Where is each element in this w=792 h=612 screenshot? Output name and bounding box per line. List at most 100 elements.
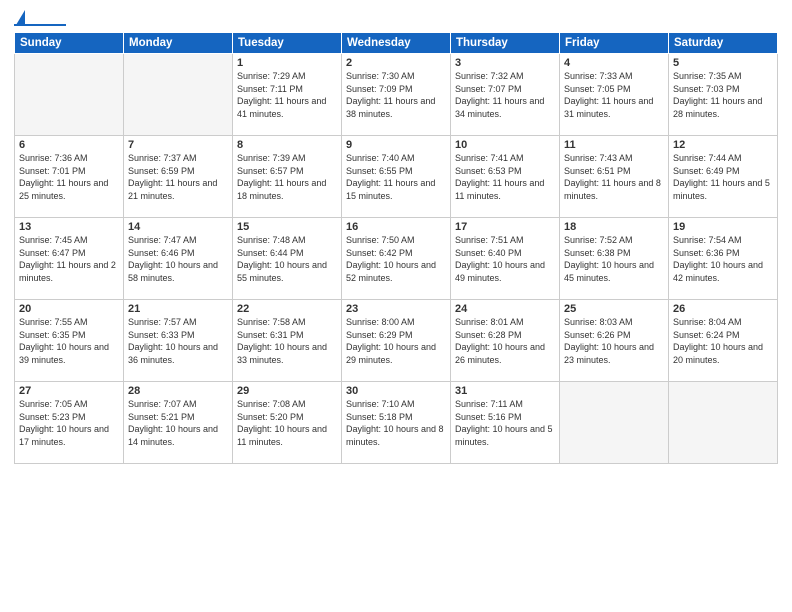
calendar-cell: 13Sunrise: 7:45 AMSunset: 6:47 PMDayligh… <box>15 218 124 300</box>
cell-info: Sunrise: 7:08 AMSunset: 5:20 PMDaylight:… <box>237 398 337 448</box>
day-number: 4 <box>564 57 664 69</box>
day-number: 31 <box>455 385 555 397</box>
day-number: 24 <box>455 303 555 315</box>
cell-info: Sunrise: 7:48 AMSunset: 6:44 PMDaylight:… <box>237 234 337 284</box>
calendar-cell: 7Sunrise: 7:37 AMSunset: 6:59 PMDaylight… <box>124 136 233 218</box>
day-number: 11 <box>564 139 664 151</box>
logo <box>14 10 66 26</box>
weekday-header-thursday: Thursday <box>451 33 560 54</box>
cell-info: Sunrise: 7:30 AMSunset: 7:09 PMDaylight:… <box>346 70 446 120</box>
cell-info: Sunrise: 7:55 AMSunset: 6:35 PMDaylight:… <box>19 316 119 366</box>
cell-info: Sunrise: 7:37 AMSunset: 6:59 PMDaylight:… <box>128 152 228 202</box>
cell-info: Sunrise: 7:41 AMSunset: 6:53 PMDaylight:… <box>455 152 555 202</box>
calendar-cell: 3Sunrise: 7:32 AMSunset: 7:07 PMDaylight… <box>451 54 560 136</box>
calendar-cell: 31Sunrise: 7:11 AMSunset: 5:16 PMDayligh… <box>451 382 560 464</box>
day-number: 17 <box>455 221 555 233</box>
calendar-cell: 15Sunrise: 7:48 AMSunset: 6:44 PMDayligh… <box>233 218 342 300</box>
weekday-header-friday: Friday <box>560 33 669 54</box>
calendar-cell: 28Sunrise: 7:07 AMSunset: 5:21 PMDayligh… <box>124 382 233 464</box>
week-row-3: 13Sunrise: 7:45 AMSunset: 6:47 PMDayligh… <box>15 218 778 300</box>
day-number: 10 <box>455 139 555 151</box>
week-row-1: 1Sunrise: 7:29 AMSunset: 7:11 PMDaylight… <box>15 54 778 136</box>
day-number: 6 <box>19 139 119 151</box>
calendar-cell: 25Sunrise: 8:03 AMSunset: 6:26 PMDayligh… <box>560 300 669 382</box>
cell-info: Sunrise: 7:32 AMSunset: 7:07 PMDaylight:… <box>455 70 555 120</box>
cell-info: Sunrise: 8:03 AMSunset: 6:26 PMDaylight:… <box>564 316 664 366</box>
cell-info: Sunrise: 7:50 AMSunset: 6:42 PMDaylight:… <box>346 234 446 284</box>
cell-info: Sunrise: 7:44 AMSunset: 6:49 PMDaylight:… <box>673 152 773 202</box>
day-number: 27 <box>19 385 119 397</box>
calendar-cell: 27Sunrise: 7:05 AMSunset: 5:23 PMDayligh… <box>15 382 124 464</box>
day-number: 1 <box>237 57 337 69</box>
cell-info: Sunrise: 7:54 AMSunset: 6:36 PMDaylight:… <box>673 234 773 284</box>
day-number: 2 <box>346 57 446 69</box>
day-number: 15 <box>237 221 337 233</box>
day-number: 20 <box>19 303 119 315</box>
calendar-cell <box>560 382 669 464</box>
calendar-table: SundayMondayTuesdayWednesdayThursdayFrid… <box>14 32 778 464</box>
calendar-cell: 23Sunrise: 8:00 AMSunset: 6:29 PMDayligh… <box>342 300 451 382</box>
day-number: 22 <box>237 303 337 315</box>
cell-info: Sunrise: 7:05 AMSunset: 5:23 PMDaylight:… <box>19 398 119 448</box>
page: SundayMondayTuesdayWednesdayThursdayFrid… <box>0 0 792 612</box>
cell-info: Sunrise: 7:43 AMSunset: 6:51 PMDaylight:… <box>564 152 664 202</box>
calendar-cell: 10Sunrise: 7:41 AMSunset: 6:53 PMDayligh… <box>451 136 560 218</box>
day-number: 21 <box>128 303 228 315</box>
calendar-cell <box>124 54 233 136</box>
day-number: 26 <box>673 303 773 315</box>
calendar-cell: 5Sunrise: 7:35 AMSunset: 7:03 PMDaylight… <box>669 54 778 136</box>
week-row-4: 20Sunrise: 7:55 AMSunset: 6:35 PMDayligh… <box>15 300 778 382</box>
weekday-header-sunday: Sunday <box>15 33 124 54</box>
cell-info: Sunrise: 7:11 AMSunset: 5:16 PMDaylight:… <box>455 398 555 448</box>
cell-info: Sunrise: 7:35 AMSunset: 7:03 PMDaylight:… <box>673 70 773 120</box>
calendar-cell <box>669 382 778 464</box>
cell-info: Sunrise: 7:33 AMSunset: 7:05 PMDaylight:… <box>564 70 664 120</box>
weekday-header-monday: Monday <box>124 33 233 54</box>
day-number: 3 <box>455 57 555 69</box>
calendar-cell: 4Sunrise: 7:33 AMSunset: 7:05 PMDaylight… <box>560 54 669 136</box>
header <box>14 10 778 26</box>
calendar-cell: 20Sunrise: 7:55 AMSunset: 6:35 PMDayligh… <box>15 300 124 382</box>
cell-info: Sunrise: 7:07 AMSunset: 5:21 PMDaylight:… <box>128 398 228 448</box>
calendar-cell: 26Sunrise: 8:04 AMSunset: 6:24 PMDayligh… <box>669 300 778 382</box>
calendar-cell: 1Sunrise: 7:29 AMSunset: 7:11 PMDaylight… <box>233 54 342 136</box>
calendar-cell: 30Sunrise: 7:10 AMSunset: 5:18 PMDayligh… <box>342 382 451 464</box>
calendar-cell: 2Sunrise: 7:30 AMSunset: 7:09 PMDaylight… <box>342 54 451 136</box>
day-number: 14 <box>128 221 228 233</box>
day-number: 5 <box>673 57 773 69</box>
calendar-cell: 12Sunrise: 7:44 AMSunset: 6:49 PMDayligh… <box>669 136 778 218</box>
day-number: 18 <box>564 221 664 233</box>
cell-info: Sunrise: 8:01 AMSunset: 6:28 PMDaylight:… <box>455 316 555 366</box>
day-number: 7 <box>128 139 228 151</box>
cell-info: Sunrise: 7:58 AMSunset: 6:31 PMDaylight:… <box>237 316 337 366</box>
week-row-5: 27Sunrise: 7:05 AMSunset: 5:23 PMDayligh… <box>15 382 778 464</box>
weekday-header-wednesday: Wednesday <box>342 33 451 54</box>
cell-info: Sunrise: 7:10 AMSunset: 5:18 PMDaylight:… <box>346 398 446 448</box>
calendar-cell: 29Sunrise: 7:08 AMSunset: 5:20 PMDayligh… <box>233 382 342 464</box>
logo-triangle-icon <box>16 10 25 25</box>
day-number: 28 <box>128 385 228 397</box>
calendar-cell: 21Sunrise: 7:57 AMSunset: 6:33 PMDayligh… <box>124 300 233 382</box>
day-number: 16 <box>346 221 446 233</box>
calendar-cell: 11Sunrise: 7:43 AMSunset: 6:51 PMDayligh… <box>560 136 669 218</box>
cell-info: Sunrise: 7:29 AMSunset: 7:11 PMDaylight:… <box>237 70 337 120</box>
week-row-2: 6Sunrise: 7:36 AMSunset: 7:01 PMDaylight… <box>15 136 778 218</box>
calendar-cell: 19Sunrise: 7:54 AMSunset: 6:36 PMDayligh… <box>669 218 778 300</box>
cell-info: Sunrise: 7:39 AMSunset: 6:57 PMDaylight:… <box>237 152 337 202</box>
day-number: 23 <box>346 303 446 315</box>
day-number: 29 <box>237 385 337 397</box>
day-number: 9 <box>346 139 446 151</box>
calendar-cell: 24Sunrise: 8:01 AMSunset: 6:28 PMDayligh… <box>451 300 560 382</box>
cell-info: Sunrise: 7:57 AMSunset: 6:33 PMDaylight:… <box>128 316 228 366</box>
weekday-header-saturday: Saturday <box>669 33 778 54</box>
calendar-cell: 22Sunrise: 7:58 AMSunset: 6:31 PMDayligh… <box>233 300 342 382</box>
weekday-header-tuesday: Tuesday <box>233 33 342 54</box>
calendar-cell: 18Sunrise: 7:52 AMSunset: 6:38 PMDayligh… <box>560 218 669 300</box>
cell-info: Sunrise: 7:40 AMSunset: 6:55 PMDaylight:… <box>346 152 446 202</box>
day-number: 30 <box>346 385 446 397</box>
calendar-cell: 9Sunrise: 7:40 AMSunset: 6:55 PMDaylight… <box>342 136 451 218</box>
calendar-cell: 16Sunrise: 7:50 AMSunset: 6:42 PMDayligh… <box>342 218 451 300</box>
cell-info: Sunrise: 7:45 AMSunset: 6:47 PMDaylight:… <box>19 234 119 284</box>
cell-info: Sunrise: 7:47 AMSunset: 6:46 PMDaylight:… <box>128 234 228 284</box>
day-number: 8 <box>237 139 337 151</box>
